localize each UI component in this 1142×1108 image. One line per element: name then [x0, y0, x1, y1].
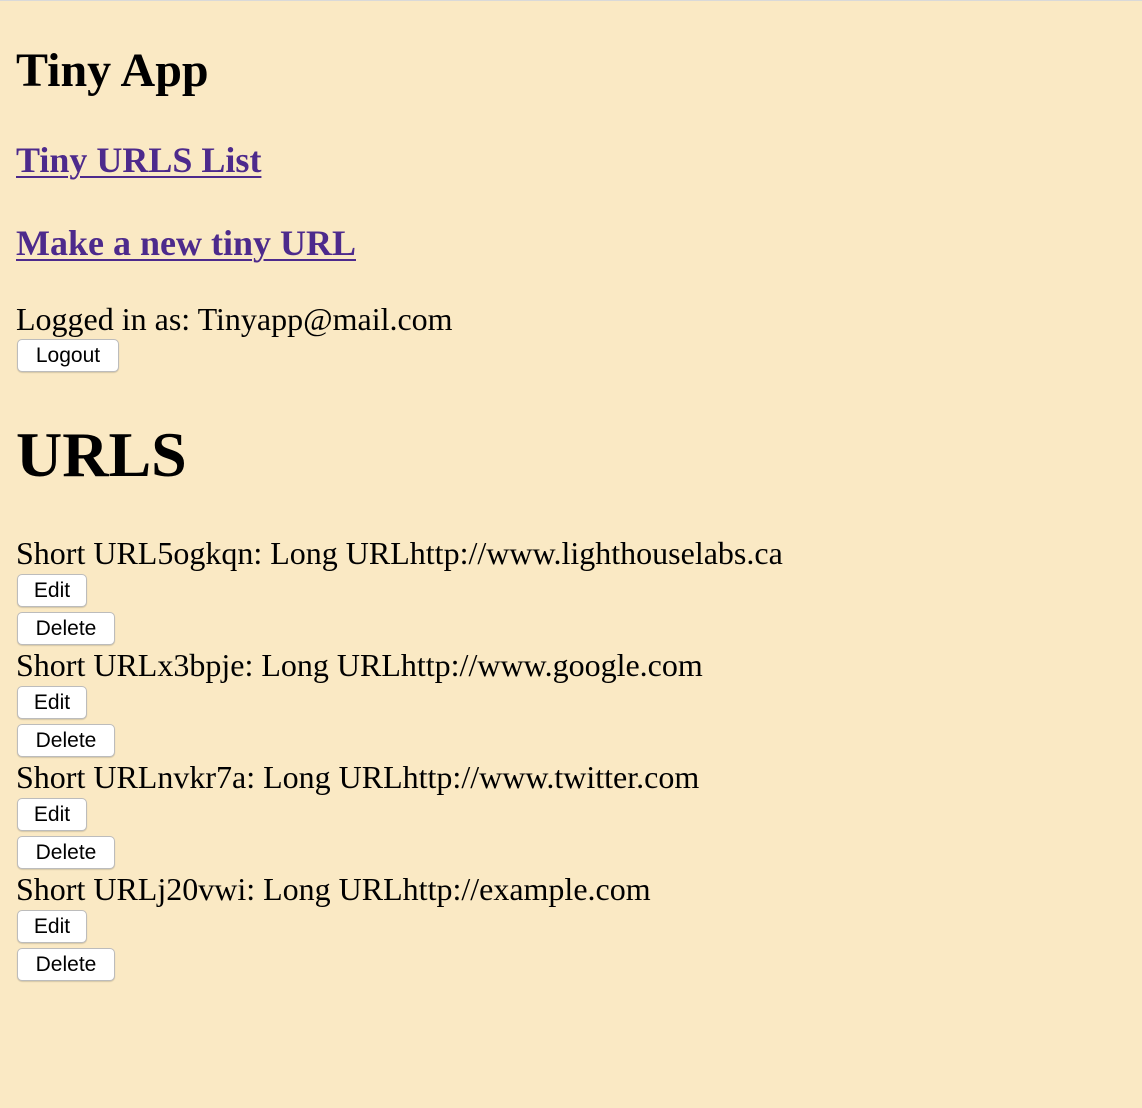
delete-button[interactable]: Delete [17, 724, 115, 757]
url-row: Short URLx3bpje: Long URLhttp://www.goog… [16, 647, 703, 683]
long-url-value: http://www.twitter.com [402, 759, 700, 795]
new-url-link[interactable]: Make a new tiny URL [16, 223, 356, 263]
short-url-value: nvkr7a [157, 759, 247, 795]
app-title: Tiny App [16, 44, 209, 97]
urls-list-link[interactable]: Tiny URLS List [16, 140, 261, 180]
edit-button[interactable]: Edit [17, 574, 87, 607]
long-url-label: Long URL [263, 759, 403, 795]
nav-item-new-url: Make a new tiny URL [16, 222, 356, 264]
edit-button[interactable]: Edit [17, 686, 87, 719]
short-url-label: Short URL [16, 759, 158, 795]
logout-button[interactable]: Logout [17, 339, 119, 372]
delete-button[interactable]: Delete [17, 948, 115, 981]
long-url-label: Long URL [270, 535, 410, 571]
short-url-label: Short URL [16, 535, 158, 571]
long-url-value: http://www.lighthouselabs.ca [409, 535, 783, 571]
short-url-label: Short URL [16, 647, 158, 683]
edit-button[interactable]: Edit [17, 910, 87, 943]
page: Tiny App Tiny URLS List Make a new tiny … [0, 1, 1142, 1108]
short-url-label: Short URL [16, 871, 158, 907]
long-url-label: Long URL [261, 647, 401, 683]
url-row: Short URLnvkr7a: Long URLhttp://www.twit… [16, 759, 700, 795]
url-row: Short URLj20vwi: Long URLhttp://example.… [16, 871, 651, 907]
user-email: Tinyapp@mail.com [197, 301, 453, 337]
delete-button[interactable]: Delete [17, 836, 115, 869]
logged-in-status: Logged in as: Tinyapp@mail.com [16, 300, 453, 338]
short-url-value: j20vwi [157, 871, 247, 907]
short-url-value: x3bpje [157, 647, 245, 683]
logged-in-label: Logged in as: [16, 301, 198, 337]
long-url-value: http://www.google.com [400, 647, 703, 683]
long-url-value: http://example.com [402, 871, 651, 907]
edit-button[interactable]: Edit [17, 798, 87, 831]
url-row: Short URL5ogkqn: Long URLhttp://www.ligh… [16, 535, 783, 571]
nav-item-urls-list: Tiny URLS List [16, 139, 261, 181]
short-url-value: 5ogkqn [157, 535, 254, 571]
long-url-label: Long URL [263, 871, 403, 907]
delete-button[interactable]: Delete [17, 612, 115, 645]
urls-heading: URLS [16, 419, 187, 490]
